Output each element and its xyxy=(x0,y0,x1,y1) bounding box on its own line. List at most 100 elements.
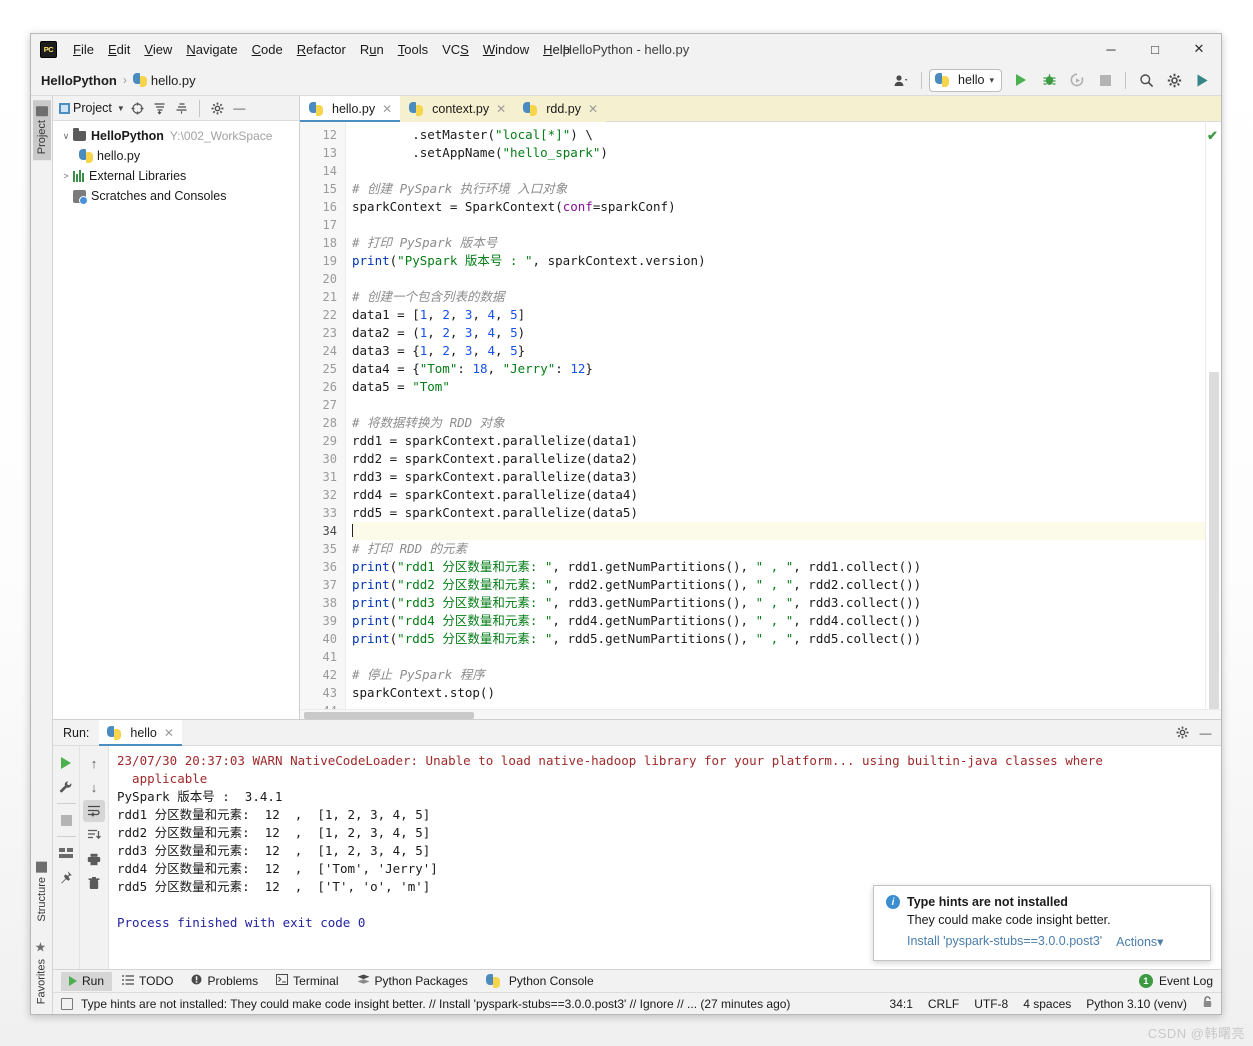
python-interpreter[interactable]: Python 3.10 (venv) xyxy=(1086,997,1187,1011)
code-content[interactable]: .setMaster("local[*]") \ .setAppName("he… xyxy=(346,122,1205,709)
hide-panel-icon[interactable]: — xyxy=(230,99,249,118)
code-line[interactable]: print("PySpark 版本号 : ", sparkContext.ver… xyxy=(352,252,1205,270)
editor-scrollbar-thumb[interactable] xyxy=(1209,372,1219,709)
tree-node-hellopython[interactable]: ∨ HelloPython Y:\002_WorkSpace xyxy=(53,126,299,146)
sidebar-item-structure[interactable]: Structure xyxy=(33,856,51,928)
menu-edit[interactable]: Edit xyxy=(101,39,137,60)
profile-icon[interactable] xyxy=(888,68,914,92)
menu-navigate[interactable]: Navigate xyxy=(179,39,244,60)
scroll-to-end-icon[interactable] xyxy=(83,824,105,846)
stop-button[interactable] xyxy=(1092,68,1118,92)
tab-context-py[interactable]: context.py ✕ xyxy=(400,96,515,122)
code-line[interactable]: sparkContext = SparkContext(conf=sparkCo… xyxy=(352,198,1205,216)
down-icon[interactable]: ↓ xyxy=(83,776,105,798)
editor-right-gutter[interactable]: ✔ xyxy=(1205,122,1221,709)
code-line[interactable]: .setMaster("local[*]") \ xyxy=(352,126,1205,144)
notification-balloon[interactable]: i Type hints are not installed They coul… xyxy=(873,885,1211,961)
inspection-ok-icon[interactable]: ✔ xyxy=(1207,128,1218,144)
chevron-down-icon[interactable]: ▼ xyxy=(117,104,125,113)
code-line[interactable]: print("rdd4 分区数量和元素: ", rdd4.getNumParti… xyxy=(352,612,1205,630)
tree-node-scratches[interactable]: Scratches and Consoles xyxy=(53,186,299,206)
soft-wrap-icon[interactable] xyxy=(83,800,105,822)
close-icon[interactable]: ✕ xyxy=(496,102,506,116)
run-with-coverage-button[interactable] xyxy=(1064,68,1090,92)
code-line[interactable]: data2 = (1, 2, 3, 4, 5) xyxy=(352,324,1205,342)
menu-vcs[interactable]: VCS xyxy=(435,39,476,60)
code-line[interactable]: # 将数据转换为 RDD 对象 xyxy=(352,414,1205,432)
run-configuration-selector[interactable]: hello ▾ xyxy=(929,68,1002,92)
stop-icon[interactable] xyxy=(55,809,77,831)
tool-button-run[interactable]: Run xyxy=(61,971,113,991)
code-line[interactable]: # 创建一个包含列表的数据 xyxy=(352,288,1205,306)
breadcrumb-project[interactable]: HelloPython xyxy=(41,73,117,88)
line-separator[interactable]: CRLF xyxy=(928,997,959,1011)
close-icon[interactable]: ✕ xyxy=(382,102,392,116)
hscroll-thumb[interactable] xyxy=(304,712,474,719)
code-line[interactable] xyxy=(352,162,1205,180)
tree-expand-arrow[interactable]: ∨ xyxy=(59,131,73,142)
tree-expand-arrow[interactable]: > xyxy=(59,171,73,181)
updates-icon[interactable] xyxy=(1189,68,1215,92)
minimize-button[interactable]: ─ xyxy=(1089,34,1133,65)
code-line[interactable]: data4 = {"Tom": 18, "Jerry": 12} xyxy=(352,360,1205,378)
close-button[interactable]: ✕ xyxy=(1177,34,1221,65)
code-line[interactable]: rdd5 = sparkContext.parallelize(data5) xyxy=(352,504,1205,522)
code-line[interactable]: rdd2 = sparkContext.parallelize(data2) xyxy=(352,450,1205,468)
layout-icon[interactable] xyxy=(55,842,77,864)
close-icon[interactable]: ✕ xyxy=(164,726,174,740)
code-line[interactable]: data1 = [1, 2, 3, 4, 5] xyxy=(352,306,1205,324)
pin-icon[interactable] xyxy=(55,866,77,888)
target-icon[interactable] xyxy=(128,99,147,118)
menu-code[interactable]: Code xyxy=(245,39,290,60)
menu-run[interactable]: Run xyxy=(353,39,391,60)
tool-button-todo[interactable]: TODO xyxy=(114,972,181,991)
gear-icon[interactable] xyxy=(1161,68,1187,92)
debug-button[interactable] xyxy=(1036,68,1062,92)
rerun-icon[interactable] xyxy=(55,752,77,774)
expand-all-icon[interactable] xyxy=(172,99,191,118)
code-line[interactable]: rdd1 = sparkContext.parallelize(data1) xyxy=(352,432,1205,450)
run-button[interactable] xyxy=(1008,68,1034,92)
code-line[interactable]: print("rdd2 分区数量和元素: ", rdd2.getNumParti… xyxy=(352,576,1205,594)
gear-icon[interactable] xyxy=(1173,723,1192,742)
maximize-button[interactable]: □ xyxy=(1133,34,1177,65)
balloon-actions-menu[interactable]: Actions▾ xyxy=(1116,934,1163,949)
tool-button-python-packages[interactable]: Python Packages xyxy=(349,972,476,991)
menu-tools[interactable]: Tools xyxy=(391,39,435,60)
lock-icon[interactable] xyxy=(1202,996,1213,1011)
menu-refactor[interactable]: Refactor xyxy=(290,39,353,60)
code-line[interactable] xyxy=(352,648,1205,666)
code-line[interactable]: # 停止 PySpark 程序 xyxy=(352,666,1205,684)
install-stubs-link[interactable]: Install 'pyspark-stubs==3.0.0.post3' xyxy=(907,934,1102,949)
wrench-icon[interactable] xyxy=(55,776,77,798)
code-line[interactable]: print("rdd3 分区数量和元素: ", rdd3.getNumParti… xyxy=(352,594,1205,612)
status-message[interactable]: Type hints are not installed: They could… xyxy=(81,997,790,1011)
code-line[interactable] xyxy=(352,270,1205,288)
editor-horizontal-scrollbar[interactable] xyxy=(300,709,1221,719)
menu-window[interactable]: Window xyxy=(476,39,536,60)
gear-icon[interactable] xyxy=(208,99,227,118)
tool-button-python-console[interactable]: Python Console xyxy=(478,972,602,991)
event-log-area[interactable]: 1 Event Log xyxy=(1138,974,1213,988)
indent-setting[interactable]: 4 spaces xyxy=(1023,997,1071,1011)
print-icon[interactable] xyxy=(83,848,105,870)
tool-button-terminal[interactable]: Terminal xyxy=(268,972,346,991)
up-icon[interactable]: ↑ xyxy=(83,752,105,774)
code-line[interactable]: # 打印 PySpark 版本号 xyxy=(352,234,1205,252)
hide-panel-icon[interactable]: — xyxy=(1196,723,1215,742)
event-log-label[interactable]: Event Log xyxy=(1159,974,1213,988)
code-line[interactable] xyxy=(352,216,1205,234)
tab-rdd-py[interactable]: rdd.py ✕ xyxy=(514,96,607,122)
code-line[interactable]: # 打印 RDD 的元素 xyxy=(352,540,1205,558)
run-tab-hello[interactable]: hello ✕ xyxy=(99,719,183,746)
code-line[interactable]: sparkContext.stop() xyxy=(352,684,1205,702)
collapse-all-icon[interactable] xyxy=(150,99,169,118)
menu-view[interactable]: View xyxy=(137,39,179,60)
code-line[interactable]: data5 = "Tom" xyxy=(352,378,1205,396)
breadcrumb-file[interactable]: hello.py xyxy=(151,73,196,88)
code-line[interactable]: .setAppName("hello_spark") xyxy=(352,144,1205,162)
tree-node-external-libraries[interactable]: > External Libraries xyxy=(53,166,299,186)
menu-help[interactable]: Help xyxy=(536,39,577,60)
code-line[interactable]: print("rdd1 分区数量和元素: ", rdd1.getNumParti… xyxy=(352,558,1205,576)
code-line[interactable]: data3 = {1, 2, 3, 4, 5} xyxy=(352,342,1205,360)
